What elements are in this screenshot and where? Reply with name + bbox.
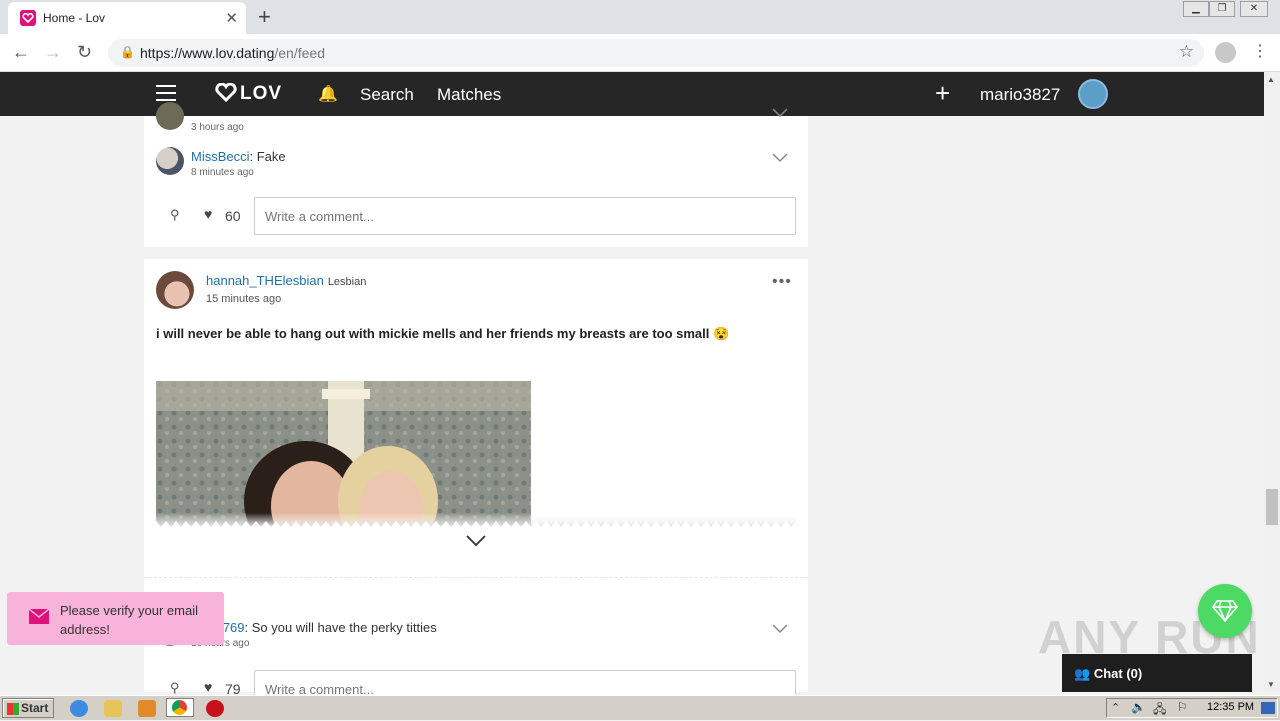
- scrollbar-thumb[interactable]: [1266, 489, 1278, 525]
- omnibox[interactable]: 🔒 https://www.lov.dating/en/feed ☆: [108, 39, 1204, 67]
- pin-icon[interactable]: ⚲: [170, 680, 180, 696]
- heart-icon[interactable]: ♥: [204, 206, 212, 222]
- bookmark-star-icon[interactable]: ☆: [1179, 42, 1194, 62]
- browser-tab-strip: Home - Lov ✕ + ▁ ❐ ✕: [0, 0, 1280, 34]
- verify-email-toast[interactable]: Please verify your email address!: [7, 592, 224, 645]
- forward-icon[interactable]: →: [44, 42, 62, 63]
- comment-time: 3 hours ago: [191, 122, 244, 133]
- browser-tab[interactable]: Home - Lov ✕: [8, 2, 246, 34]
- tab-title: Home - Lov: [43, 11, 106, 25]
- comment-item: MissBecci: Fake 8 minutes ago: [156, 147, 796, 187]
- post-fade-edge: [156, 513, 796, 527]
- post-time: 15 minutes ago: [206, 293, 282, 305]
- notification-bell-icon[interactable]: 🔔: [318, 84, 338, 104]
- divider: [144, 577, 808, 578]
- like-count: 60: [225, 208, 241, 224]
- post-actions: ⚲ ♥ 60: [156, 197, 796, 235]
- lov-favicon-icon: [20, 10, 36, 26]
- tab-close-icon[interactable]: ✕: [225, 9, 238, 27]
- page-scrollbar[interactable]: ▲ ▼: [1264, 72, 1280, 692]
- profile-icon[interactable]: [1215, 42, 1236, 63]
- commenter-avatar[interactable]: [156, 147, 184, 175]
- start-button[interactable]: Start: [2, 698, 54, 718]
- create-post-plus-icon[interactable]: +: [935, 78, 950, 109]
- premium-gem-button[interactable]: [1198, 584, 1252, 638]
- poster-avatar[interactable]: [156, 271, 194, 309]
- window-close-icon[interactable]: ✕: [1240, 1, 1268, 17]
- comment-item: 3 hours ago: [156, 102, 796, 142]
- heart-icon[interactable]: ♥: [204, 679, 212, 695]
- chevron-down-icon[interactable]: [772, 108, 788, 118]
- comment-time: 8 minutes ago: [191, 167, 254, 178]
- comment-text: beast769: So you will have the perky tit…: [191, 620, 437, 635]
- tray-arrow-icon[interactable]: ⌃: [1111, 701, 1120, 714]
- post-photo[interactable]: [156, 381, 531, 526]
- restore-icon[interactable]: ❐: [1209, 1, 1235, 17]
- chat-label: Chat (0): [1093, 666, 1143, 681]
- comment-text: MissBecci: Fake: [191, 149, 286, 164]
- envelope-icon: [29, 609, 49, 624]
- reload-icon[interactable]: ↻: [77, 42, 92, 63]
- logo-text: LOV: [240, 83, 283, 104]
- show-desktop-icon[interactable]: [1261, 702, 1275, 714]
- user-avatar[interactable]: [1078, 79, 1108, 109]
- poster-orientation: Lesbian: [327, 276, 367, 288]
- explorer-folder-icon[interactable]: [104, 700, 122, 717]
- windows-flag-icon: [7, 703, 19, 715]
- commenter-avatar[interactable]: [156, 102, 184, 130]
- comment-item: beast769: So you will have the perky tit…: [156, 618, 796, 658]
- post-text: i will never be able to hang out with mi…: [156, 326, 730, 341]
- comment-input[interactable]: [254, 197, 796, 235]
- browser-menu-icon[interactable]: ⋮: [1252, 41, 1268, 61]
- media-player-icon[interactable]: [138, 700, 156, 717]
- lock-icon: 🔒: [120, 45, 135, 59]
- feed-post: hannah_THElesbian Lesbian 15 minutes ago …: [144, 259, 808, 708]
- chat-bar[interactable]: 👥 Chat (0): [1062, 654, 1252, 692]
- chevron-down-icon[interactable]: [772, 153, 788, 163]
- scroll-down-icon[interactable]: ▼: [1267, 680, 1275, 689]
- diamond-icon: [1212, 600, 1238, 622]
- toast-message: Please verify your email address!: [60, 603, 198, 637]
- chevron-down-icon[interactable]: [772, 624, 788, 634]
- scroll-up-icon[interactable]: ▲: [1267, 75, 1275, 84]
- volume-icon[interactable]: 🔈: [1131, 700, 1146, 714]
- back-icon[interactable]: ←: [12, 42, 30, 63]
- opera-icon[interactable]: [206, 700, 224, 717]
- network-icon[interactable]: 🖧: [1153, 700, 1166, 721]
- address-toolbar: ← → ↻ 🔒 https://www.lov.dating/en/feed ☆…: [0, 34, 1280, 72]
- more-options-icon[interactable]: •••: [772, 273, 792, 291]
- chrome-taskbar-button[interactable]: [166, 698, 194, 717]
- windows-taskbar: Start ⌃ 🔈 🖧 ⚐ 12:35 PM: [0, 695, 1280, 720]
- flag-icon[interactable]: ⚐: [1177, 700, 1188, 714]
- start-label: Start: [21, 701, 49, 715]
- users-icon: 👥: [1074, 666, 1091, 681]
- new-tab-icon[interactable]: +: [258, 4, 271, 30]
- pin-icon[interactable]: ⚲: [170, 207, 180, 223]
- ie-icon[interactable]: [70, 700, 88, 717]
- poster-username[interactable]: hannah_THElesbian Lesbian: [206, 273, 366, 288]
- minimize-icon[interactable]: ▁: [1183, 1, 1209, 17]
- clock: 12:35 PM: [1207, 701, 1255, 713]
- feed-post-previous: 3 hours ago MissBecci: Fake 8 minutes ag…: [144, 102, 808, 247]
- current-username[interactable]: mario3827: [980, 85, 1060, 105]
- expand-chevron-icon[interactable]: [466, 535, 486, 547]
- url-text[interactable]: https://www.lov.dating/en/feed: [140, 45, 325, 61]
